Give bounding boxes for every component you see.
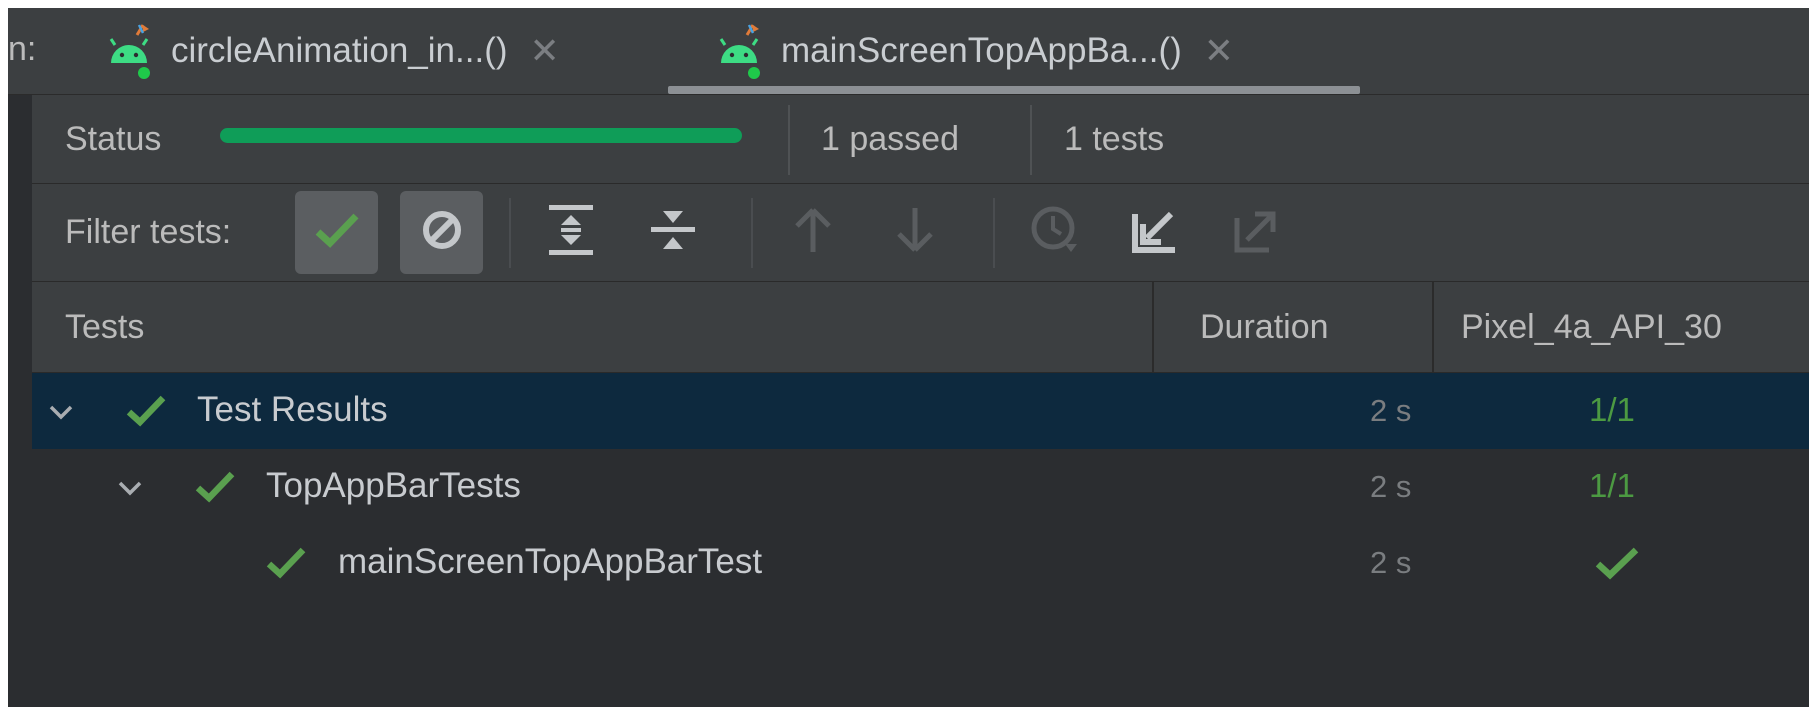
android-test-icon [103,21,163,81]
toolbar-divider [509,198,511,268]
collapse-all-icon [649,203,697,262]
export-icon [1233,206,1281,259]
status-bar: Status 1 passed 1 tests [32,95,1809,184]
tab-label: circleAnimation_in...() [171,31,508,70]
close-icon[interactable]: ✕ [530,30,560,72]
toolbar-divider [993,198,995,268]
show-ignored-button[interactable] [400,191,483,274]
arrow-up-icon [793,206,833,259]
column-header-device[interactable]: Pixel_4a_API_30 [1461,308,1722,347]
table-row-test-results[interactable]: Test Results 2 s 1/1 [32,373,1809,449]
passed-check-icon [195,467,235,507]
toolbar-divider [751,198,753,268]
tab-circle-animation[interactable]: circleAnimation_in...() ✕ [103,8,560,94]
chevron-down-icon[interactable] [46,397,76,427]
expand-all-button[interactable] [538,199,604,265]
test-results-panel: Status 1 passed 1 tests Filter tests: Te… [32,95,1809,707]
tab-label: mainScreenTopAppBa...() [781,31,1182,70]
tab-bar-prefix: n: [8,30,37,68]
test-history-button[interactable] [1022,199,1088,265]
test-progress-bar [220,128,742,143]
divider [1030,105,1032,175]
column-header-tests[interactable]: Tests [65,308,144,347]
row-label: Test Results [197,390,388,429]
row-duration: 2 s [1370,393,1412,428]
table-row-main-screen-top-app-bar-test[interactable]: mainScreenTopAppBarTest 2 s [32,525,1809,601]
passed-check-icon [266,543,306,583]
close-icon[interactable]: ✕ [1204,30,1234,72]
filter-toolbar: Filter tests: [32,184,1809,282]
arrow-down-icon [895,206,935,259]
device-passed-check-icon [1595,543,1639,583]
passed-check-icon [126,391,166,431]
filter-tests-label: Filter tests: [65,213,232,251]
row-label: TopAppBarTests [266,466,521,505]
row-device-result: 1/1 [1589,391,1635,428]
row-duration: 2 s [1370,469,1412,504]
row-label: mainScreenTopAppBarTest [338,542,763,581]
expand-all-icon [547,203,595,262]
tests-count: 1 tests [1064,120,1165,158]
column-divider[interactable] [1152,282,1154,372]
check-icon [314,210,360,255]
import-icon [1131,206,1179,259]
ignored-icon [420,208,464,257]
row-device-result: 1/1 [1589,467,1635,504]
column-divider[interactable] [1432,282,1434,372]
results-table-header: Tests Duration Pixel_4a_API_30 [32,282,1809,373]
previous-failed-button[interactable] [780,199,846,265]
active-tab-indicator [668,86,1360,94]
next-failed-button[interactable] [882,199,948,265]
import-tests-button[interactable] [1122,199,1188,265]
export-tests-button[interactable] [1224,199,1290,265]
row-duration: 2 s [1370,545,1412,580]
chevron-down-icon[interactable] [115,473,145,503]
run-tab-bar: n: circleAnimation_in...() ✕ mainScreenT… [8,8,1809,95]
passed-count: 1 passed [821,120,959,158]
test-runner-window: n: circleAnimation_in...() ✕ mainScreenT… [8,8,1809,707]
tab-main-screen-top-app-bar[interactable]: mainScreenTopAppBa...() ✕ [713,8,1234,94]
status-label: Status [65,120,162,158]
table-row-top-app-bar-tests[interactable]: TopAppBarTests 2 s 1/1 [32,449,1809,525]
divider [788,105,790,175]
android-test-icon [713,21,773,81]
history-clock-icon [1029,204,1081,261]
show-passed-button[interactable] [295,191,378,274]
collapse-all-button[interactable] [640,199,706,265]
column-header-duration[interactable]: Duration [1200,308,1329,347]
